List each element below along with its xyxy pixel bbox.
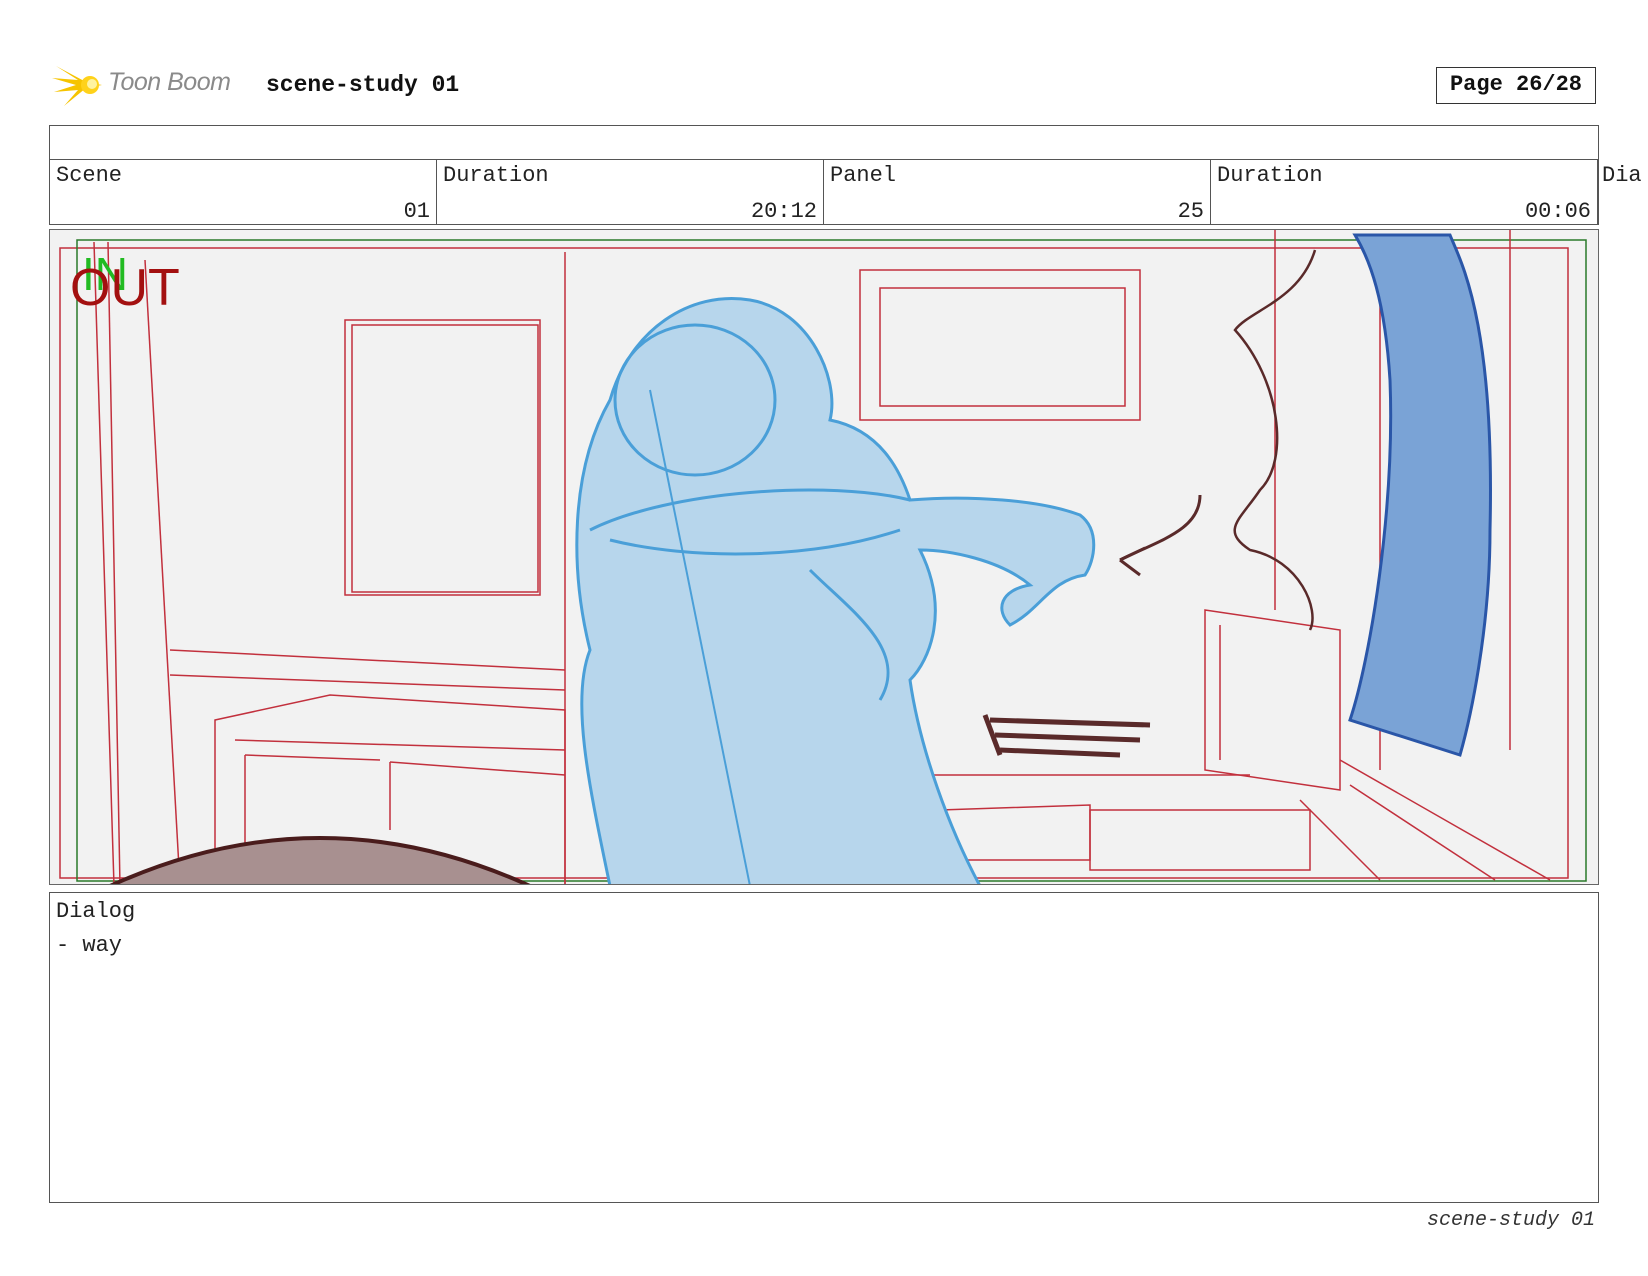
footer-title: scene-study 01 — [1426, 1209, 1595, 1232]
dialog-box: Dialog - way — [49, 892, 1599, 1203]
dialog-label: Dialog — [56, 899, 136, 924]
panel-cell: Panel 25 — [824, 159, 1211, 224]
panel-duration-value: 00:06 — [1524, 199, 1591, 224]
scene-duration-label: Duration — [443, 163, 549, 188]
panel-label: Panel — [830, 163, 897, 188]
curtain-sketch — [1348, 233, 1492, 757]
motion-arrow — [1119, 494, 1202, 577]
scene-duration-value: 20:12 — [750, 199, 817, 224]
page-indicator: Page 26/28 — [1436, 67, 1596, 104]
dark-prop-sketch — [982, 714, 1151, 758]
panel-value: 25 — [1177, 199, 1204, 224]
dialog-text: - way — [56, 933, 123, 958]
panel-duration-cell: Duration 00:06 — [1211, 159, 1598, 224]
scene-cell: Scene 01 — [50, 159, 437, 224]
info-table-top-row — [50, 126, 1598, 160]
panel-sketch: IN OUT — [59, 230, 1587, 884]
dialog-column-label: Dia — [1602, 163, 1642, 188]
document-title: scene-study 01 — [266, 72, 460, 98]
character-sketch — [575, 297, 1096, 884]
out-marker: OUT — [70, 259, 180, 317]
scene-value: 01 — [403, 199, 430, 224]
storyboard-panel: IN OUT — [49, 229, 1599, 885]
toon-boom-logo: Toon Boom — [52, 58, 252, 110]
panel-duration-label: Duration — [1217, 163, 1323, 188]
scene-duration-cell: Duration 20:12 — [437, 159, 824, 224]
scene-label: Scene — [56, 163, 123, 188]
logo-text: Toon Boom — [108, 68, 231, 96]
sunburst-icon — [52, 66, 102, 106]
table-top — [109, 836, 531, 884]
scene-info-table: Scene 01 Duration 20:12 Panel 25 Duratio… — [49, 125, 1642, 225]
